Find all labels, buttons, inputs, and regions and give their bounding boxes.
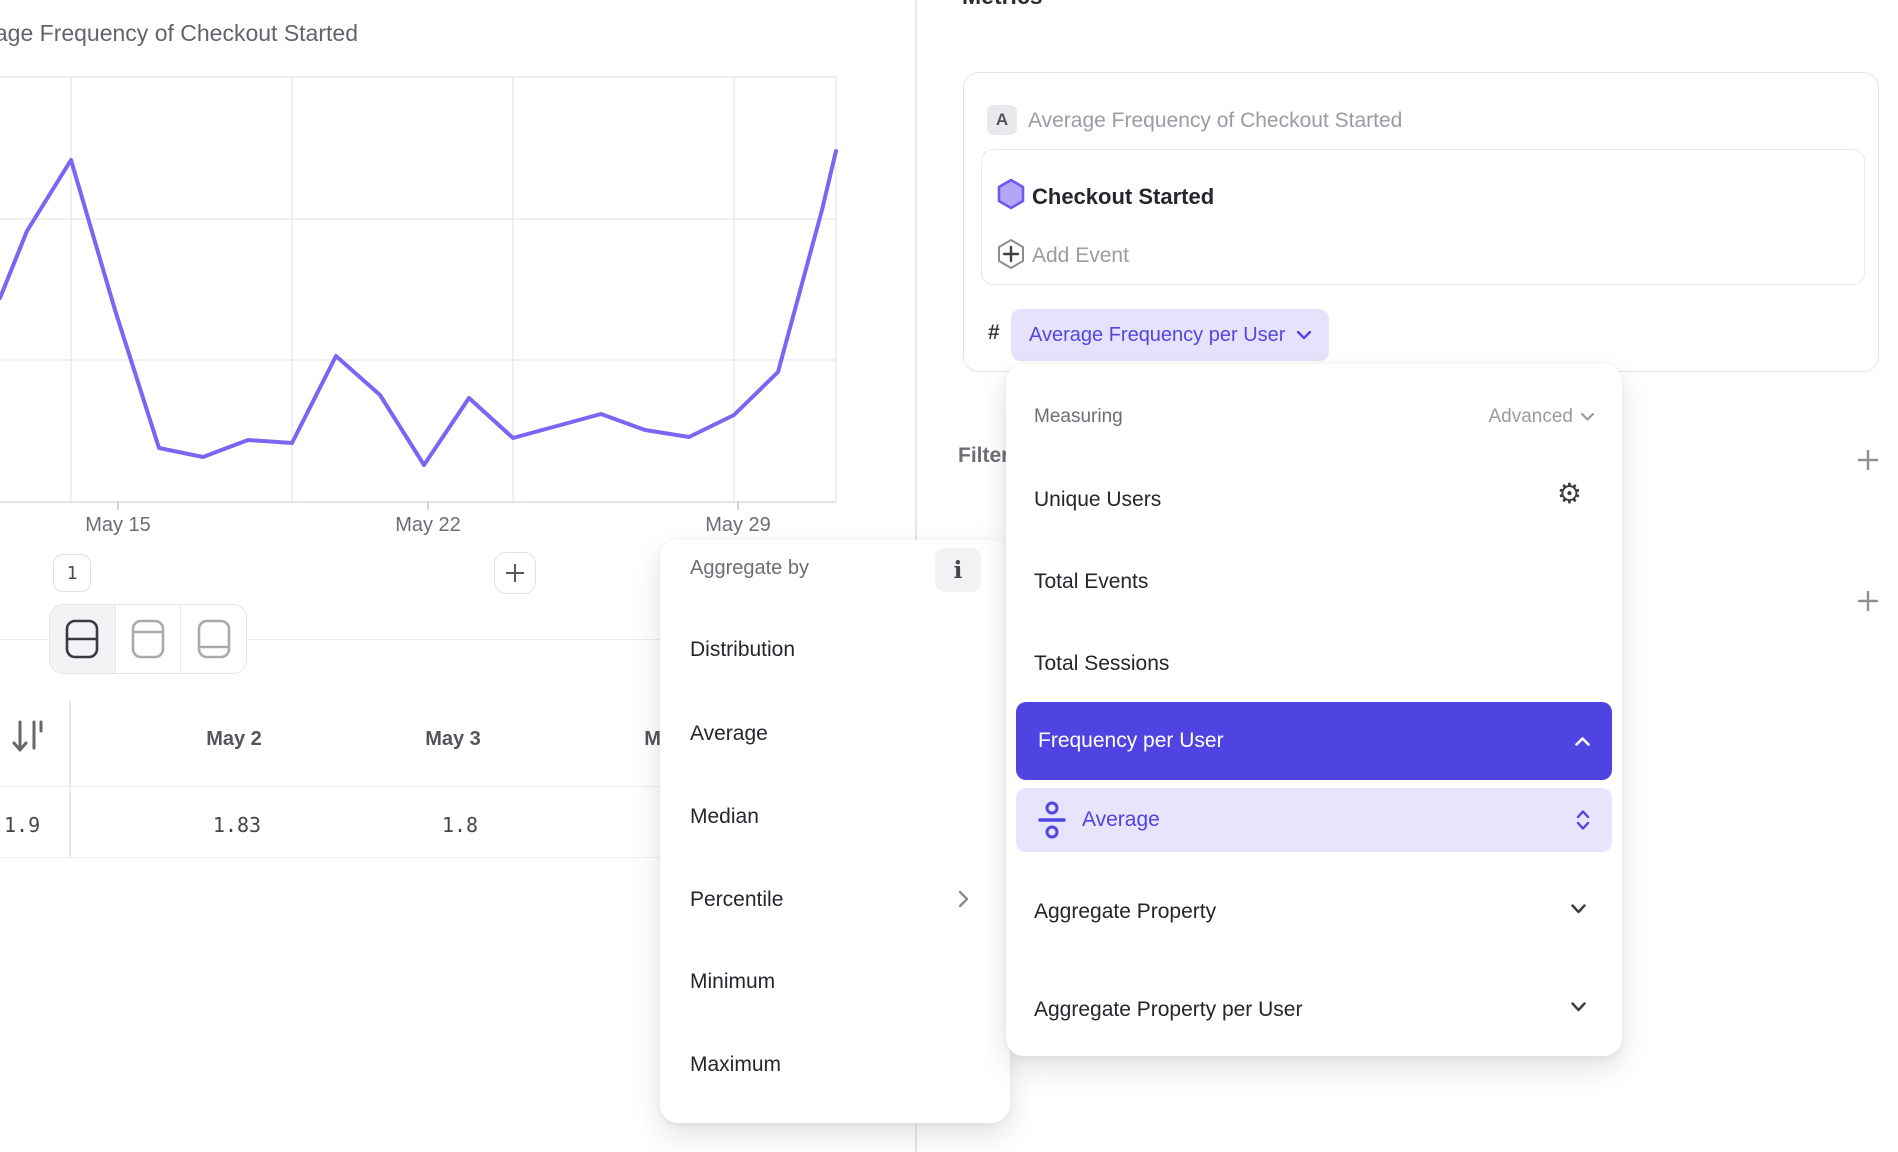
chevron-right-icon [958,890,969,908]
menu-item-distribution[interactable]: Distribution [690,638,795,662]
chevron-down-icon [1581,413,1594,421]
selected-item-label: Frequency per User [1038,729,1224,753]
metric-card: A Average Frequency of Checkout Started … [963,72,1879,372]
add-breakdown-button[interactable] [1854,587,1882,615]
sort-descending-icon[interactable] [10,718,44,756]
chevron-up-icon [1575,737,1590,746]
split-view-icon [64,618,100,660]
menu-item-total-events[interactable]: Total Events [1034,570,1148,594]
gear-icon[interactable]: ⚙ [1557,480,1582,508]
menu-item-percentile[interactable]: Percentile [690,888,783,912]
info-icon[interactable]: i [935,548,981,592]
advanced-toggle[interactable]: Advanced [1488,406,1594,428]
table-value-cell: 1.8 [442,813,478,837]
event-list-card: Checkout Started Add Event [981,149,1865,285]
layout-toggle-split-view[interactable] [50,605,115,673]
x-axis-label: May 22 [395,514,461,537]
chart-only-icon [130,618,166,660]
menu-item-unique-users[interactable]: Unique Users [1034,488,1161,512]
measuring-header: Measuring [1034,406,1123,428]
add-event-button[interactable]: Add Event [1032,244,1129,268]
plus-icon [1856,589,1880,613]
chevron-down-icon [1571,904,1586,914]
x-axis-label: May 29 [705,514,771,537]
measurement-hash-prefix: # [988,321,1000,345]
layout-toggle-chart-only[interactable] [115,605,181,673]
layout-toggle-table-only[interactable] [180,605,246,673]
measurement-pill[interactable]: Average Frequency per User [1011,309,1329,361]
table-only-icon [196,618,232,660]
menu-subitem-average[interactable]: Average [1016,788,1612,852]
metric-letter-badge: A [987,105,1017,135]
table-column-divider [69,700,71,858]
table-value-cell: 1.9 [4,813,40,837]
add-event-icon [997,238,1025,270]
measuring-menu: Measuring Advanced Unique Users ⚙ Total … [1006,364,1622,1056]
aggregate-by-header: Aggregate by [690,557,809,580]
chevron-down-icon [1571,1002,1586,1012]
line-chart[interactable] [0,70,840,510]
metric-name-input[interactable]: Average Frequency of Checkout Started [1028,109,1402,133]
menu-item-average[interactable]: Average [690,722,768,746]
up-down-chevrons-icon [1576,809,1590,831]
menu-item-median[interactable]: Median [690,805,759,829]
chevron-down-icon [1297,331,1311,340]
plus-icon [1856,448,1880,472]
menu-item-aggregate-property[interactable]: Aggregate Property [1034,900,1216,924]
subitem-label: Average [1082,808,1560,832]
aggregate-by-menu: Aggregate by i Distribution Average Medi… [660,540,1010,1123]
table-header-cell[interactable]: May 3 [425,728,481,751]
table-header-cell[interactable]: May 2 [206,728,262,751]
insights-report: Average Frequency of Checkout Started Ma… [0,0,1898,1152]
measurement-pill-label: Average Frequency per User [1029,324,1285,347]
menu-item-minimum[interactable]: Minimum [690,970,775,994]
plus-icon [503,561,527,585]
advanced-label: Advanced [1488,406,1573,428]
chart-title: Average Frequency of Checkout Started [0,20,358,47]
interval-value-chip[interactable]: 1 [53,554,91,592]
add-chip-button[interactable] [494,552,536,594]
metrics-section-heading: Metrics [962,0,1043,10]
menu-item-frequency-per-user-selected[interactable]: Frequency per User [1016,702,1612,780]
layout-toggle-group [49,604,247,674]
table-value-cell: 1.83 [213,813,261,837]
menu-item-total-sessions[interactable]: Total Sessions [1034,652,1169,676]
divide-aggregation-icon [1038,801,1066,839]
add-filter-button[interactable] [1854,446,1882,474]
menu-item-maximum[interactable]: Maximum [690,1053,781,1077]
x-axis-label: May 15 [85,514,151,537]
menu-item-aggregate-property-per-user[interactable]: Aggregate Property per User [1034,998,1302,1022]
event-hexagon-icon [997,178,1025,210]
event-name[interactable]: Checkout Started [1032,184,1214,210]
